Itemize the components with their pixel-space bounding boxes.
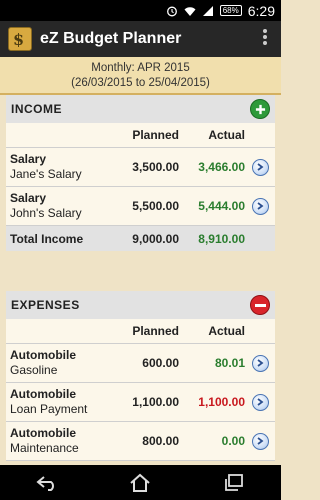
battery-icon: 68%: [219, 5, 242, 16]
income-header: INCOME: [6, 95, 275, 123]
expenses-title: EXPENSES: [11, 298, 80, 312]
arrow-right-icon[interactable]: [251, 158, 269, 176]
arrow-right-icon[interactable]: [251, 432, 269, 450]
income-section: INCOME Planned Actual Salary Jane's Salar…: [6, 95, 275, 251]
arrow-right-icon[interactable]: [251, 197, 269, 215]
back-icon[interactable]: [27, 468, 67, 498]
actual-value: 3,466.00: [198, 160, 245, 174]
expenses-section: EXPENSES Planned Actual Automobile Gasoli…: [6, 291, 275, 461]
table-row[interactable]: Automobile Gasoline 600.00 80.01: [6, 344, 275, 383]
table-row[interactable]: Salary Jane's Salary 3,500.00 3,466.00: [6, 148, 275, 187]
status-bar: 68% 6:29: [0, 0, 281, 21]
planned-header: Planned: [132, 324, 179, 338]
table-row[interactable]: Automobile Maintenance 800.00 0.00: [6, 422, 275, 461]
overflow-menu-icon[interactable]: [255, 28, 275, 51]
period-range: (26/03/2015 to 25/04/2015): [71, 77, 210, 89]
clock: 6:29: [247, 2, 275, 19]
planned-value: 3,500.00: [132, 160, 179, 174]
actual-value: 5,444.00: [198, 199, 245, 213]
total-planned: 9,000.00: [132, 231, 179, 246]
planned-value: 600.00: [142, 356, 179, 370]
navigation-bar: [0, 465, 281, 500]
home-icon[interactable]: [120, 468, 160, 498]
app-title: eZ Budget Planner: [40, 30, 182, 47]
period-selector[interactable]: Monthly: APR 2015 (26/03/2015 to 25/04/2…: [0, 57, 281, 95]
action-bar: $ eZ Budget Planner: [0, 21, 281, 57]
total-actual: 8,910.00: [198, 231, 245, 246]
planned-value: 800.00: [142, 434, 179, 448]
expenses-header: EXPENSES: [6, 291, 275, 319]
app-logo-icon[interactable]: $: [8, 27, 32, 51]
period-title: Monthly: APR 2015: [91, 62, 190, 74]
actual-header: Actual: [208, 128, 245, 142]
income-total-row: Total Income 9,000.00 8,910.00: [6, 226, 275, 251]
planned-value: 5,500.00: [132, 199, 179, 213]
alarm-icon: [166, 5, 178, 17]
total-label: Total Income: [10, 231, 84, 246]
actual-header: Actual: [208, 324, 245, 338]
wifi-icon: [184, 5, 196, 17]
income-column-headers: Planned Actual: [6, 123, 275, 148]
signal-icon: [202, 5, 214, 17]
expenses-column-headers: Planned Actual: [6, 319, 275, 344]
arrow-right-icon[interactable]: [251, 354, 269, 372]
table-row[interactable]: Automobile Loan Payment 1,100.00 1,100.00: [6, 383, 275, 422]
remove-icon[interactable]: [250, 295, 270, 315]
planned-header: Planned: [132, 128, 179, 142]
add-icon[interactable]: [250, 99, 270, 119]
budget-content[interactable]: INCOME Planned Actual Salary Jane's Salar…: [0, 95, 281, 465]
arrow-right-icon[interactable]: [251, 393, 269, 411]
actual-value: 0.00: [221, 434, 245, 448]
actual-value: 1,100.00: [198, 395, 245, 409]
actual-value: 80.01: [214, 356, 245, 370]
income-title: INCOME: [11, 102, 62, 116]
recents-icon[interactable]: [214, 468, 254, 498]
planned-value: 1,100.00: [132, 395, 179, 409]
table-row[interactable]: Salary John's Salary 5,500.00 5,444.00: [6, 187, 275, 226]
